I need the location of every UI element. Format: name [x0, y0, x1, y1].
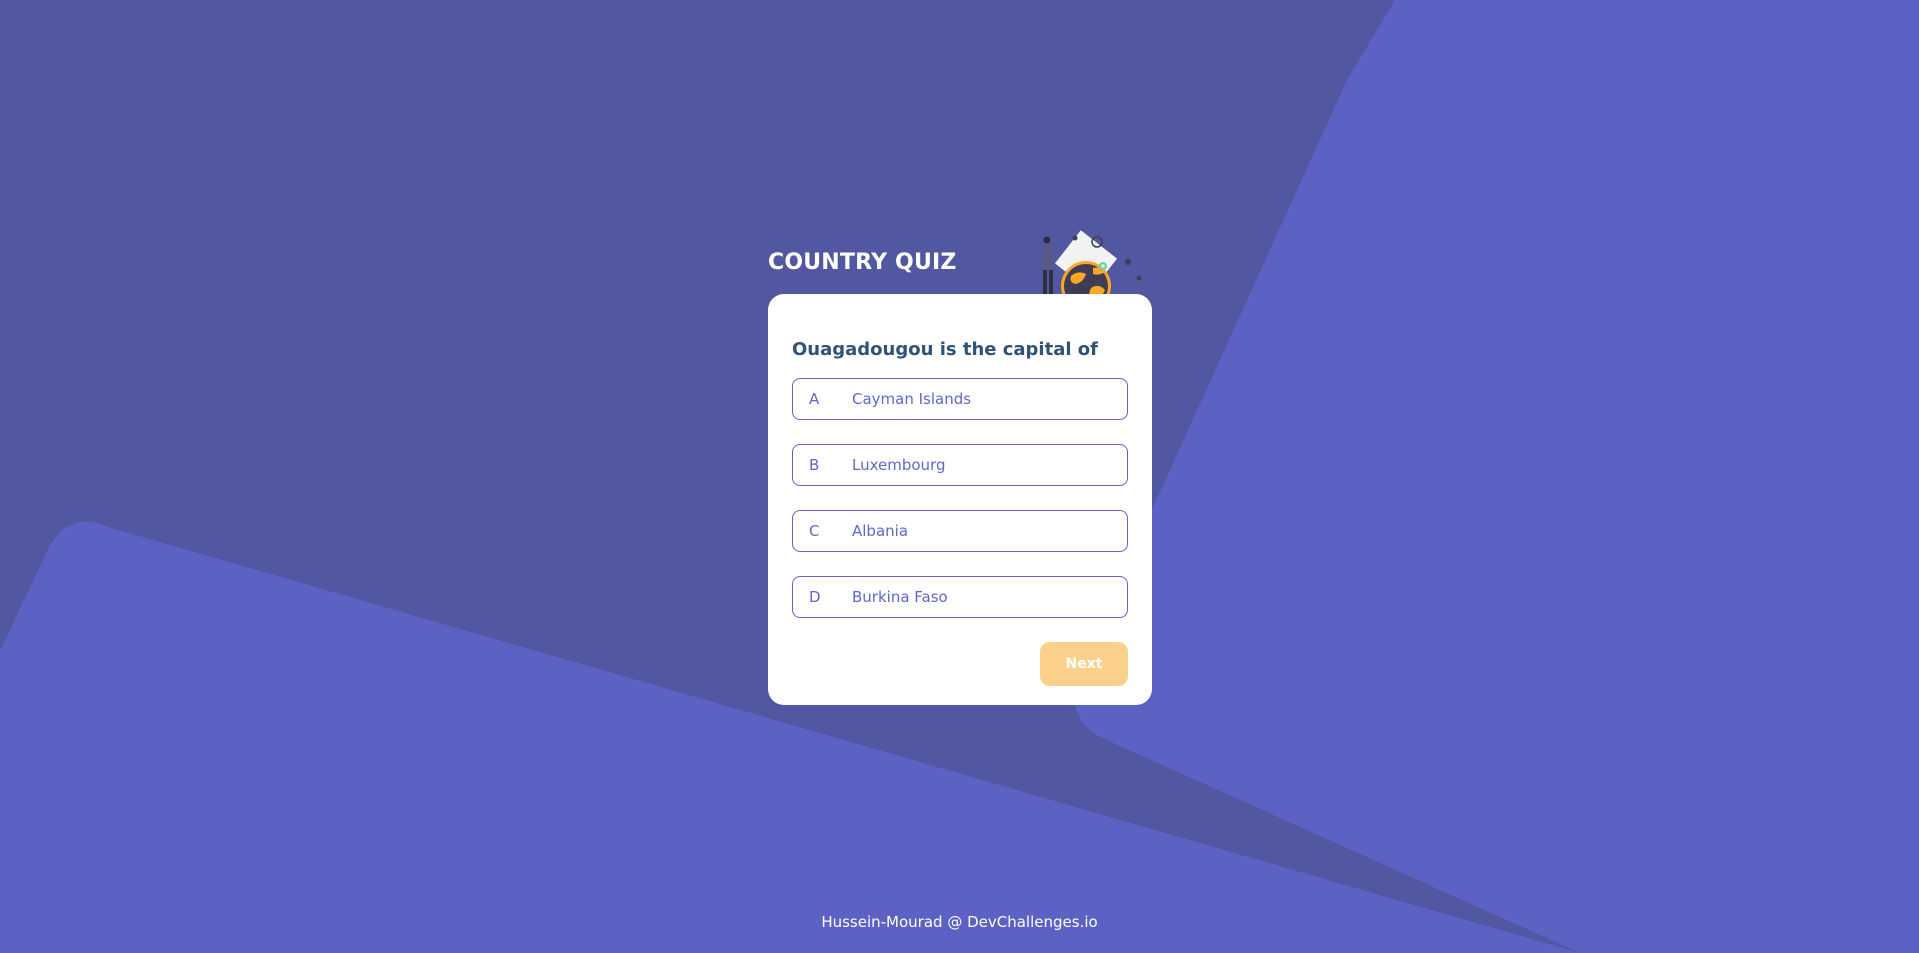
page-title: COUNTRY QUIZ	[768, 250, 957, 275]
answer-options: A Cayman Islands B Luxembourg C Albania …	[792, 378, 1128, 642]
quiz-page: COUNTRY QUIZ Ouagadougou is the capital …	[0, 0, 1919, 953]
option-letter: D	[809, 588, 821, 606]
option-d[interactable]: D Burkina Faso	[792, 576, 1128, 618]
footer-credit: Hussein-Mourad @ DevChallenges.io	[821, 913, 1098, 931]
option-letter: C	[809, 522, 820, 540]
option-b[interactable]: B Luxembourg	[792, 444, 1128, 486]
option-label: Cayman Islands	[852, 390, 972, 408]
option-letter: B	[809, 456, 820, 474]
option-letter: A	[809, 390, 820, 408]
option-label: Burkina Faso	[852, 588, 948, 606]
option-label: Albania	[852, 522, 909, 540]
quiz-card: Ouagadougou is the capital of A Cayman I…	[768, 294, 1152, 705]
option-a[interactable]: A Cayman Islands	[792, 378, 1128, 420]
option-label: Luxembourg	[852, 456, 946, 474]
option-c[interactable]: C Albania	[792, 510, 1128, 552]
question-text: Ouagadougou is the capital of	[792, 339, 1098, 360]
next-button[interactable]: Next	[1040, 642, 1128, 686]
